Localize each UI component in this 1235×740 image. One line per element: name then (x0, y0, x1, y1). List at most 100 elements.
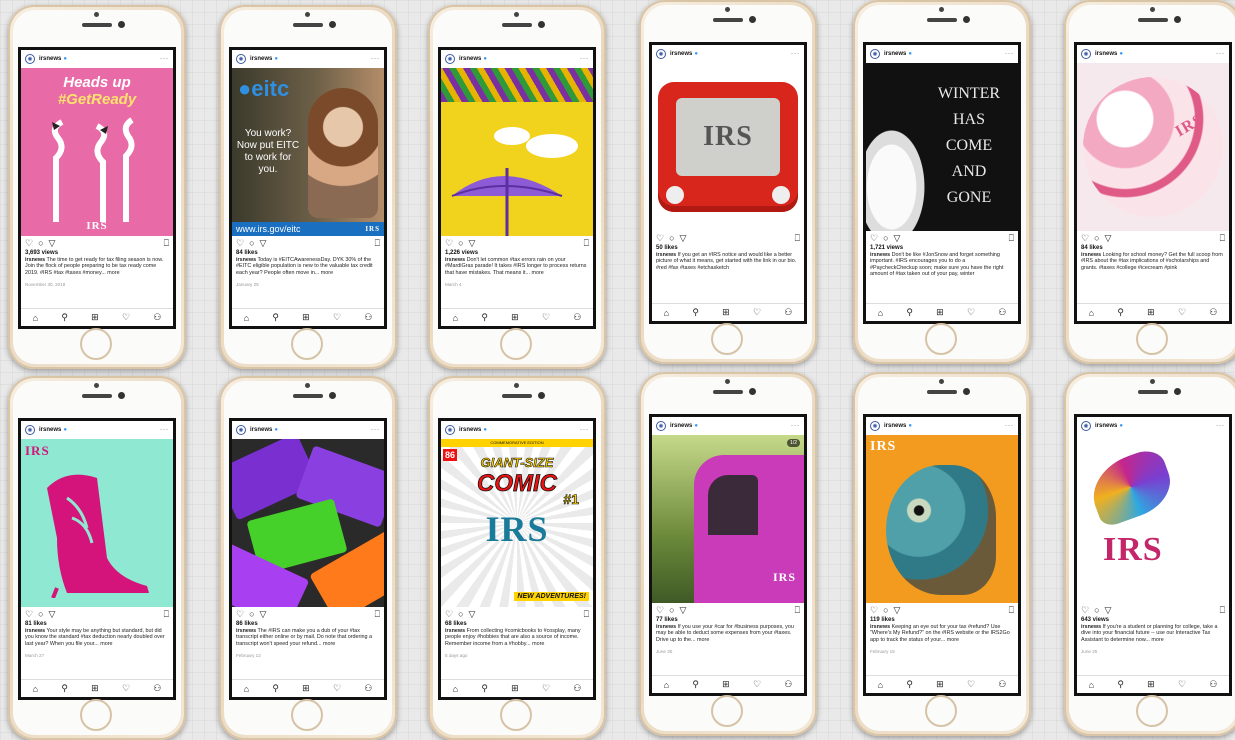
bookmark-icon[interactable]: ⎕ (1009, 605, 1014, 616)
profile-icon[interactable]: ⚇ (573, 683, 581, 694)
caption-username[interactable]: irsnews (870, 252, 890, 258)
post-image[interactable]: IRS (1077, 435, 1229, 603)
search-icon[interactable]: ⚲ (692, 679, 699, 690)
new-post-icon[interactable]: ⊞ (302, 312, 310, 323)
username[interactable]: irsnews (459, 56, 481, 62)
bookmark-icon[interactable]: ⎕ (164, 609, 169, 620)
home-icon[interactable]: ⌂ (33, 684, 38, 694)
caption-username[interactable]: irsnews (236, 628, 256, 634)
profile-icon[interactable]: ⚇ (784, 679, 792, 690)
irs-avatar[interactable]: ✺ (870, 421, 880, 431)
heart-icon[interactable]: ♡ (333, 683, 341, 694)
caption-username[interactable]: irsnews (236, 257, 256, 263)
irs-avatar[interactable]: ✺ (236, 425, 246, 435)
username[interactable]: irsnews (670, 51, 692, 57)
profile-icon[interactable]: ⚇ (364, 312, 372, 323)
username[interactable]: irsnews (884, 423, 906, 429)
irs-avatar[interactable]: ✺ (656, 421, 666, 431)
like-icon[interactable]: ♡ (25, 609, 33, 620)
post-image[interactable]: IRS (652, 63, 804, 231)
heart-icon[interactable]: ♡ (542, 683, 550, 694)
comment-icon[interactable]: ○ (883, 233, 888, 243)
share-icon[interactable]: ▽ (49, 609, 56, 620)
new-post-icon[interactable]: ⊞ (1147, 307, 1155, 318)
post-image[interactable]: ●eitc You work? Now put EITC to work for… (232, 68, 384, 236)
search-icon[interactable]: ⚲ (1117, 679, 1124, 690)
search-icon[interactable]: ⚲ (692, 307, 699, 318)
new-post-icon[interactable]: ⊞ (91, 683, 99, 694)
heart-icon[interactable]: ♡ (333, 312, 341, 323)
profile-icon[interactable]: ⚇ (364, 683, 372, 694)
more-options-icon[interactable]: ··· (1216, 423, 1225, 429)
heart-icon[interactable]: ♡ (542, 312, 550, 323)
irs-avatar[interactable]: ✺ (656, 49, 666, 59)
share-icon[interactable]: ▽ (1105, 605, 1112, 616)
share-icon[interactable]: ▽ (469, 609, 476, 620)
post-image[interactable] (232, 439, 384, 607)
home-icon[interactable]: ⌂ (453, 313, 458, 323)
profile-icon[interactable]: ⚇ (998, 307, 1006, 318)
like-icon[interactable]: ♡ (1081, 233, 1089, 244)
username[interactable]: irsnews (670, 423, 692, 429)
home-icon[interactable]: ⌂ (664, 680, 669, 690)
like-icon[interactable]: ♡ (870, 233, 878, 244)
more-options-icon[interactable]: ··· (1216, 51, 1225, 57)
share-icon[interactable]: ▽ (894, 233, 901, 244)
home-icon[interactable]: ⌂ (453, 684, 458, 694)
post-image[interactable]: IRS 1/2 (652, 435, 804, 603)
caption-username[interactable]: irsnews (1081, 624, 1101, 630)
comment-icon[interactable]: ○ (249, 609, 254, 619)
more-options-icon[interactable]: ··· (580, 427, 589, 433)
more-options-icon[interactable]: ··· (1005, 423, 1014, 429)
comment-icon[interactable]: ○ (249, 238, 254, 248)
caption-username[interactable]: irsnews (445, 257, 465, 263)
heart-icon[interactable]: ♡ (1178, 307, 1186, 318)
bookmark-icon[interactable]: ⎕ (1009, 233, 1014, 244)
share-icon[interactable]: ▽ (49, 238, 56, 249)
bookmark-icon[interactable]: ⎕ (164, 238, 169, 249)
heart-icon[interactable]: ♡ (122, 683, 130, 694)
heart-icon[interactable]: ♡ (753, 679, 761, 690)
new-post-icon[interactable]: ⊞ (511, 683, 519, 694)
more-options-icon[interactable]: ··· (371, 56, 380, 62)
bookmark-icon[interactable]: ⎕ (375, 609, 380, 620)
new-post-icon[interactable]: ⊞ (1147, 679, 1155, 690)
irs-avatar[interactable]: ✺ (1081, 49, 1091, 59)
home-icon[interactable]: ⌂ (33, 313, 38, 323)
share-icon[interactable]: ▽ (1105, 233, 1112, 244)
caption-username[interactable]: irsnews (870, 624, 890, 630)
search-icon[interactable]: ⚲ (272, 312, 279, 323)
like-icon[interactable]: ♡ (1081, 605, 1089, 616)
search-icon[interactable]: ⚲ (61, 312, 68, 323)
username[interactable]: irsnews (39, 427, 61, 433)
irs-avatar[interactable]: ✺ (1081, 421, 1091, 431)
new-post-icon[interactable]: ⊞ (722, 679, 730, 690)
more-options-icon[interactable]: ··· (791, 423, 800, 429)
more-options-icon[interactable]: ··· (160, 56, 169, 62)
post-image[interactable] (441, 68, 593, 236)
bookmark-icon[interactable]: ⎕ (375, 238, 380, 249)
caption-username[interactable]: irsnews (445, 628, 465, 634)
new-post-icon[interactable]: ⊞ (91, 312, 99, 323)
comment-icon[interactable]: ○ (1094, 233, 1099, 243)
profile-icon[interactable]: ⚇ (153, 683, 161, 694)
share-icon[interactable]: ▽ (260, 238, 267, 249)
post-image[interactable]: IRS (21, 439, 173, 607)
post-image[interactable]: IRS (866, 435, 1018, 603)
irs-avatar[interactable]: ✺ (25, 54, 35, 64)
profile-icon[interactable]: ⚇ (1209, 679, 1217, 690)
heart-icon[interactable]: ♡ (1178, 679, 1186, 690)
home-icon[interactable]: ⌂ (1089, 680, 1094, 690)
like-icon[interactable]: ♡ (445, 609, 453, 620)
irs-avatar[interactable]: ✺ (25, 425, 35, 435)
more-options-icon[interactable]: ··· (791, 51, 800, 57)
bookmark-icon[interactable]: ⎕ (1220, 605, 1225, 616)
search-icon[interactable]: ⚲ (481, 312, 488, 323)
profile-icon[interactable]: ⚇ (784, 307, 792, 318)
heart-icon[interactable]: ♡ (967, 679, 975, 690)
search-icon[interactable]: ⚲ (1117, 307, 1124, 318)
post-image[interactable]: IRS (1077, 63, 1229, 231)
heart-icon[interactable]: ♡ (122, 312, 130, 323)
share-icon[interactable]: ▽ (680, 233, 687, 244)
home-icon[interactable]: ⌂ (878, 308, 883, 318)
